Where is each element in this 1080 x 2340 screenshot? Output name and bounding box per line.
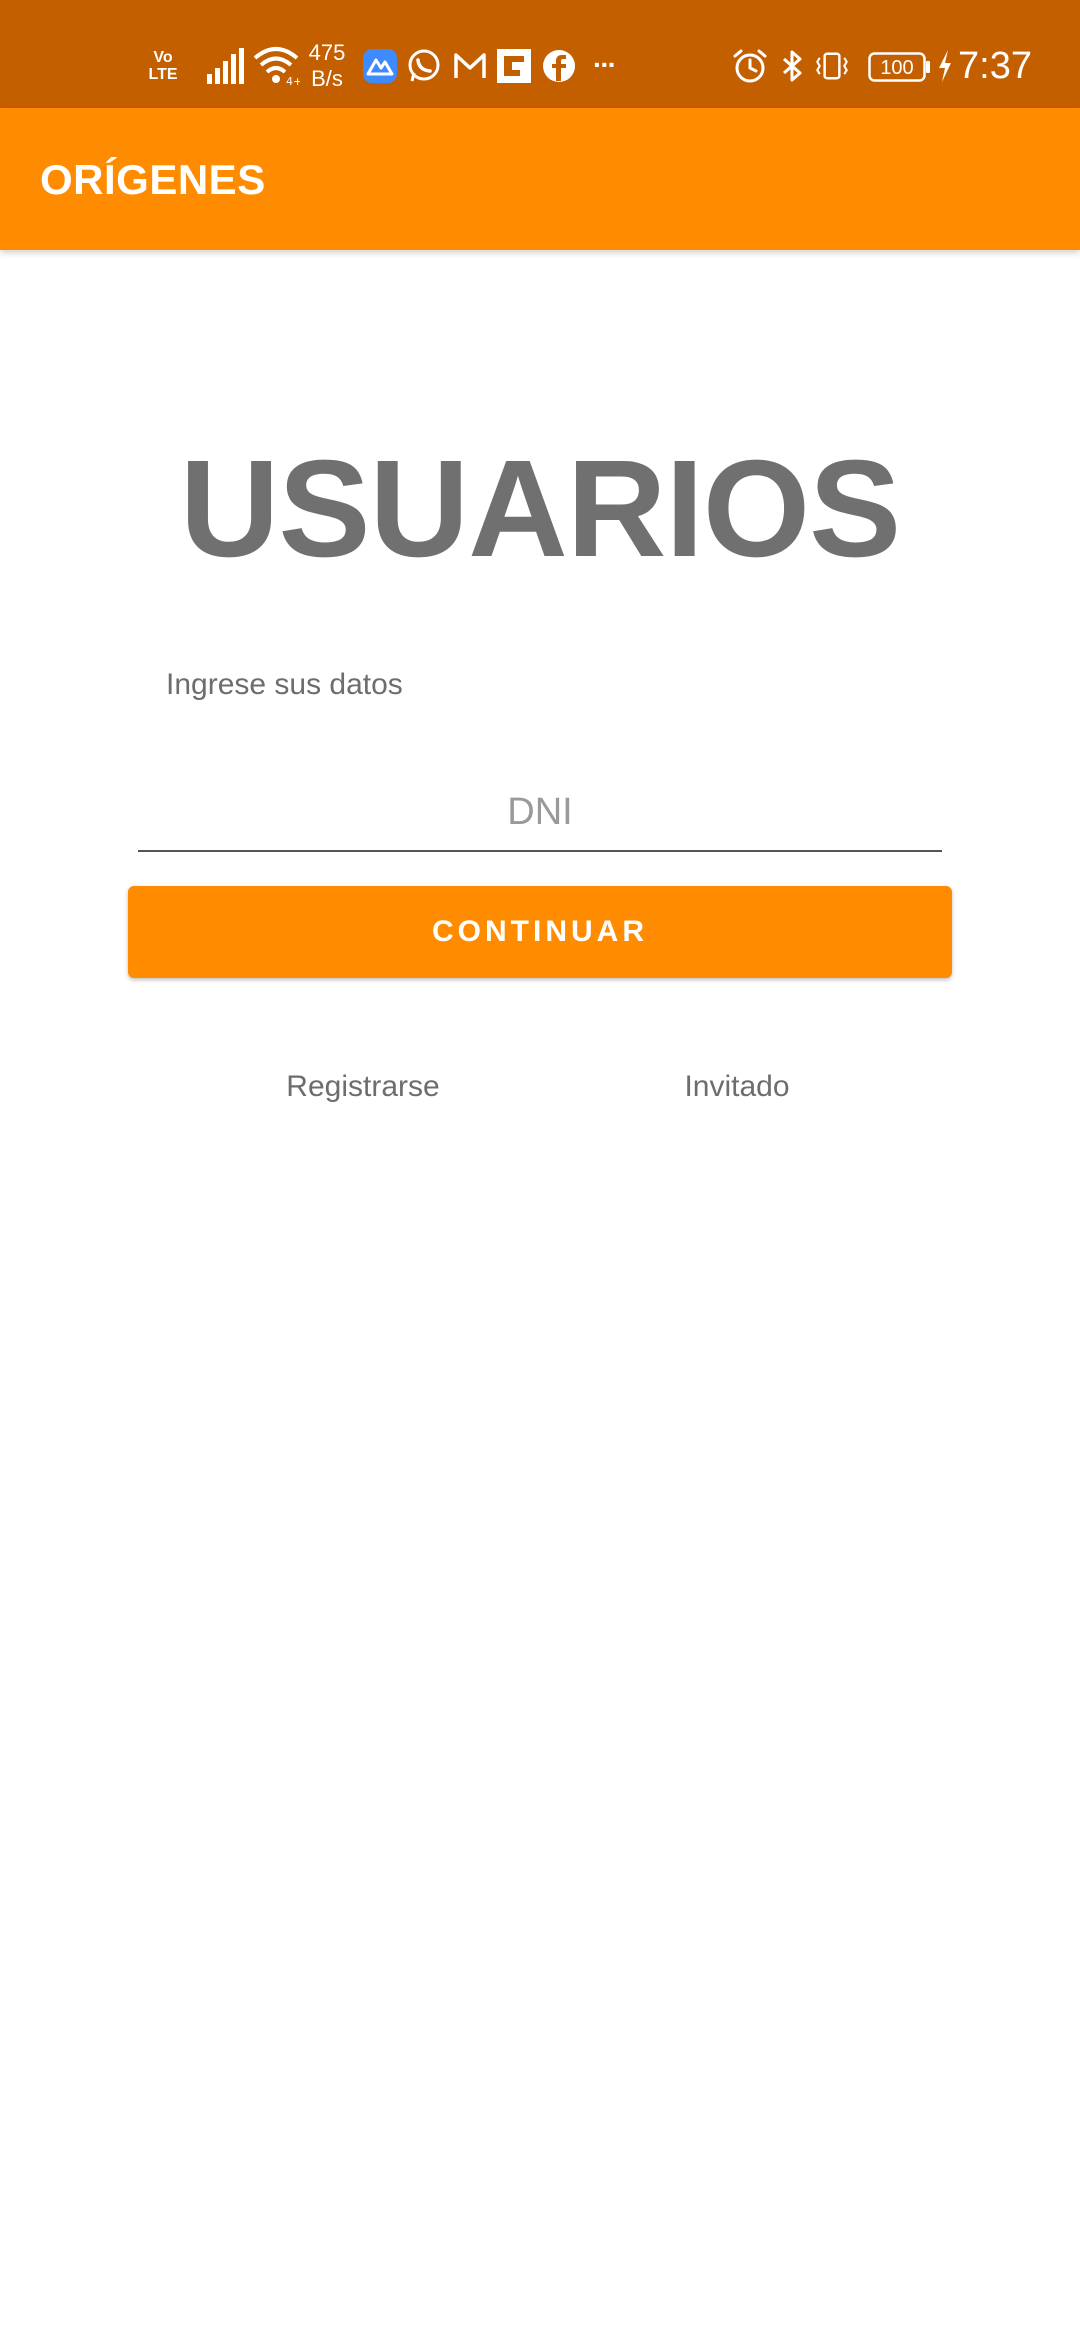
wifi-icon: 4+	[252, 44, 300, 86]
alarm-icon	[732, 48, 768, 84]
facebook-icon	[541, 48, 577, 84]
more-icon: ···	[593, 49, 617, 80]
app-square-icon	[496, 48, 532, 84]
app-bar: ORÍGENES	[0, 108, 1080, 250]
battery-icon: 100	[868, 52, 932, 82]
app-blue-icon	[362, 48, 398, 84]
continue-button[interactable]: CONTINUAR	[128, 886, 952, 978]
bluetooth-icon	[774, 48, 810, 84]
battery-level-text: 100	[880, 57, 913, 79]
signal-icon	[206, 48, 246, 84]
net-speed-indicator: 475 B/s	[304, 38, 350, 94]
status-time: 7:37	[958, 44, 1032, 87]
guest-link[interactable]: Invitado	[587, 1070, 887, 1104]
app-title: ORÍGENES	[40, 156, 266, 203]
net-speed-unit: B/s	[311, 66, 343, 91]
login-screen: Vo LTE 4+ 475 B/s ··· 100 7:37 ORÍGENES …	[0, 0, 1080, 2340]
volte-top-text: Vo	[153, 49, 173, 66]
page-heading: USUARIOS	[179, 432, 901, 586]
dni-input[interactable]	[138, 774, 942, 852]
gmail-icon	[452, 48, 488, 84]
status-bar: Vo LTE 4+ 475 B/s ··· 100 7:37	[0, 0, 1080, 108]
register-link[interactable]: Registrarse	[213, 1070, 513, 1104]
volte-bottom-text: LTE	[148, 66, 178, 83]
form-subtitle: Ingrese sus datos	[166, 668, 403, 701]
vibrate-icon	[814, 48, 850, 84]
svg-text:4+: 4+	[286, 75, 300, 86]
whatsapp-icon	[406, 48, 442, 84]
volte-icon: Vo LTE	[144, 46, 182, 86]
charging-icon	[936, 48, 954, 84]
net-speed-value: 475	[308, 40, 346, 65]
